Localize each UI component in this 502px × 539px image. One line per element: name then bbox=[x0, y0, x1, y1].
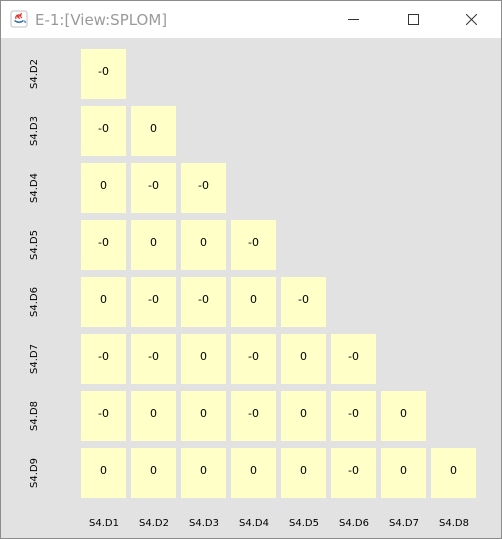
splom-cell[interactable]: -0 bbox=[81, 106, 126, 156]
column-axis-label: S4.D7 bbox=[389, 518, 419, 529]
splom-cell[interactable]: 0 bbox=[381, 391, 426, 441]
splom-cell[interactable]: 0 bbox=[281, 391, 326, 441]
java-cup-icon bbox=[10, 10, 28, 28]
splom-cell[interactable]: -0 bbox=[81, 220, 126, 270]
window-title: E-1:[View:SPLOM] bbox=[35, 11, 168, 29]
splom-cell[interactable]: -0 bbox=[281, 277, 326, 327]
row-axis-label: S4.D5 bbox=[29, 230, 40, 260]
column-axis-label: S4.D3 bbox=[189, 518, 219, 529]
splom-cell[interactable]: 0 bbox=[131, 448, 176, 498]
splom-cell[interactable]: 0 bbox=[131, 106, 176, 156]
row-axis-label: S4.D2 bbox=[29, 59, 40, 89]
splom-cell[interactable]: -0 bbox=[181, 163, 226, 213]
column-axis-label: S4.D5 bbox=[289, 518, 319, 529]
splom-cell[interactable]: 0 bbox=[281, 448, 326, 498]
splom-cell[interactable]: -0 bbox=[231, 220, 276, 270]
splom-cell[interactable]: -0 bbox=[231, 391, 276, 441]
column-axis-label: S4.D8 bbox=[439, 518, 469, 529]
splom-cell[interactable]: -0 bbox=[81, 49, 126, 99]
row-axis-label: S4.D4 bbox=[29, 173, 40, 203]
splom-cell[interactable]: -0 bbox=[131, 277, 176, 327]
maximize-button[interactable] bbox=[391, 1, 436, 38]
splom-matrix: -0 -0 0 0 -0 -0 -0 0 0 -0 0 -0 -0 0 -0 -0 -0 0 -0 0 -0 -0 0 0 -0… bbox=[1, 38, 501, 538]
splom-cell[interactable]: 0 bbox=[231, 277, 276, 327]
maximize-icon bbox=[408, 14, 419, 25]
splom-cell[interactable]: -0 bbox=[131, 334, 176, 384]
splom-cell[interactable]: 0 bbox=[81, 277, 126, 327]
row-axis-label: S4.D6 bbox=[29, 287, 40, 317]
splom-cell[interactable]: 0 bbox=[131, 220, 176, 270]
column-axis-label: S4.D1 bbox=[89, 518, 119, 529]
splom-cell[interactable]: 0 bbox=[81, 448, 126, 498]
splom-cell[interactable]: 0 bbox=[181, 448, 226, 498]
splom-cell[interactable]: 0 bbox=[381, 448, 426, 498]
splom-cell[interactable]: -0 bbox=[81, 391, 126, 441]
splom-cell[interactable]: 0 bbox=[281, 334, 326, 384]
splom-cell[interactable]: 0 bbox=[131, 391, 176, 441]
row-axis-label: S4.D9 bbox=[29, 458, 40, 488]
splom-window: E-1:[View:SPLOM] -0 -0 0 0 -0 -0 -0 0 0 -0 0 -0 -0 0-… bbox=[0, 0, 502, 539]
splom-cell[interactable]: -0 bbox=[181, 277, 226, 327]
splom-cell[interactable]: 0 bbox=[231, 448, 276, 498]
splom-cell[interactable]: -0 bbox=[331, 391, 376, 441]
splom-cell[interactable]: -0 bbox=[231, 334, 276, 384]
splom-cell[interactable]: -0 bbox=[331, 334, 376, 384]
splom-cell[interactable]: -0 bbox=[131, 163, 176, 213]
close-button[interactable] bbox=[449, 1, 494, 38]
splom-cell[interactable]: -0 bbox=[81, 334, 126, 384]
splom-cell[interactable]: 0 bbox=[181, 334, 226, 384]
row-axis-label: S4.D3 bbox=[29, 116, 40, 146]
column-axis-label: S4.D2 bbox=[139, 518, 169, 529]
splom-cell[interactable]: -0 bbox=[331, 448, 376, 498]
row-axis-label: S4.D8 bbox=[29, 401, 40, 431]
minimize-icon bbox=[348, 19, 359, 20]
column-axis-label: S4.D4 bbox=[239, 518, 269, 529]
minimize-button[interactable] bbox=[331, 1, 376, 38]
splom-cell[interactable]: 0 bbox=[81, 163, 126, 213]
splom-cell[interactable]: 0 bbox=[181, 220, 226, 270]
splom-cell[interactable]: 0 bbox=[431, 448, 476, 498]
splom-cell[interactable]: 0 bbox=[181, 391, 226, 441]
column-axis-label: S4.D6 bbox=[339, 518, 369, 529]
close-icon bbox=[466, 14, 477, 25]
row-axis-label: S4.D7 bbox=[29, 344, 40, 374]
title-bar[interactable]: E-1:[View:SPLOM] bbox=[1, 1, 501, 38]
